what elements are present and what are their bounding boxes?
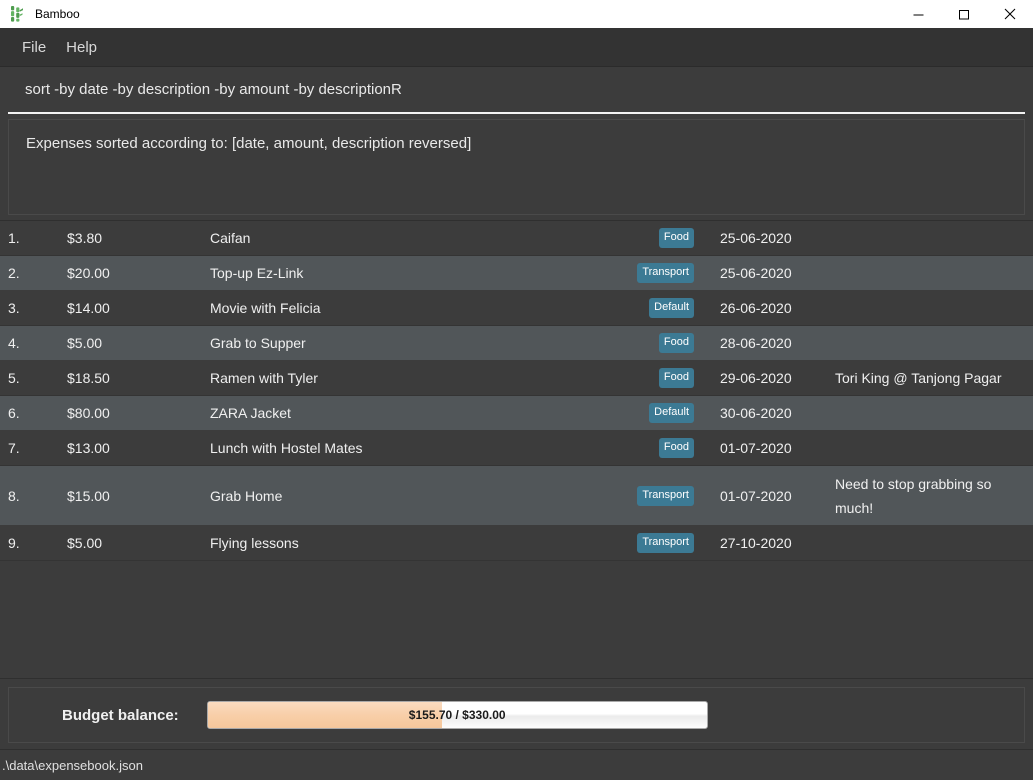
expense-list[interactable]: 1. $3.80 Caifan Food 25-06-2020 2. $20.0… [0,220,1033,678]
row-date: 01-07-2020 [720,440,792,456]
row-amount: $5.00 [67,535,103,551]
budget-area: Budget balance: $155.70 / $330.00 [0,678,1033,749]
row-index: 6. [8,405,20,421]
row-amount: $3.80 [67,230,103,246]
row-amount: $20.00 [67,265,110,281]
row-remark: Tori King @ Tanjong Pagar [835,370,1002,386]
row-tag-cell: Transport [550,533,698,553]
table-row[interactable]: 4. $5.00 Grab to Supper Food 28-06-2020 [0,326,1033,361]
row-index: 2. [8,265,20,281]
table-row[interactable]: 1. $3.80 Caifan Food 25-06-2020 [0,221,1033,256]
row-description: Lunch with Hostel Mates [210,440,363,456]
row-tag-cell: Food [550,228,698,248]
budget-panel: Budget balance: $155.70 / $330.00 [8,687,1025,743]
table-row[interactable]: 2. $20.00 Top-up Ez-Link Transport 25-06… [0,256,1033,291]
close-button[interactable] [987,0,1033,28]
row-tag-cell: Food [550,333,698,353]
row-remark: Need to stop grabbing so much! [835,475,992,516]
row-tag-cell: Transport [550,263,698,283]
row-tag-cell: Food [550,368,698,388]
row-description: ZARA Jacket [210,405,291,421]
row-amount: $5.00 [67,335,103,351]
row-description: Top-up Ez-Link [210,265,304,281]
status-bar: .\data\expensebook.json [0,749,1033,780]
budget-progress-bar: $155.70 / $330.00 [206,701,708,729]
bamboo-icon [8,5,26,23]
table-row[interactable]: 3. $14.00 Movie with Felicia Default 26-… [0,291,1033,326]
status-badge: Default [649,403,694,423]
row-date: 01-07-2020 [720,487,792,504]
command-input[interactable] [8,68,1025,114]
row-tag-cell: Transport [550,485,698,506]
row-index: 1. [8,230,20,246]
table-row[interactable]: 5. $18.50 Ramen with Tyler Food 29-06-20… [0,361,1033,396]
row-date: 29-06-2020 [720,370,792,386]
title-bar-left: Bamboo [0,5,895,23]
row-date: 26-06-2020 [720,300,792,316]
status-badge: Default [649,298,694,318]
row-tag-cell: Food [550,438,698,458]
row-index: 3. [8,300,20,316]
menu-item-file[interactable]: File [12,35,56,60]
menu-item-help[interactable]: Help [56,35,107,60]
row-amount: $14.00 [67,300,110,316]
row-tag-cell: Default [550,298,698,318]
status-badge: Food [658,368,694,388]
row-index: 7. [8,440,20,456]
window-controls [895,0,1033,28]
row-amount: $15.00 [67,487,110,504]
row-description: Grab Home [210,487,283,504]
window-title: Bamboo [35,7,80,21]
budget-progress-text: $155.70 / $330.00 [408,708,506,722]
row-index: 8. [8,487,20,504]
row-amount: $13.00 [67,440,110,456]
row-description: Grab to Supper [210,335,306,351]
table-row[interactable]: 6. $80.00 ZARA Jacket Default 30-06-2020 [0,396,1033,431]
row-description: Movie with Felicia [210,300,321,316]
row-tag-cell: Default [550,403,698,423]
budget-balance-label: Budget balance: [62,706,179,724]
row-amount: $18.50 [67,370,110,386]
row-index: 9. [8,535,20,551]
row-description: Caifan [210,230,251,246]
save-location-path: .\data\expensebook.json [2,757,143,773]
result-message: Expenses sorted according to: [date, amo… [26,135,472,152]
maximize-button[interactable] [941,0,987,28]
table-row[interactable]: 7. $13.00 Lunch with Hostel Mates Food 0… [0,431,1033,466]
status-badge: Transport [637,533,694,553]
menu-bar: File Help [0,28,1033,67]
command-input-area [0,67,1033,115]
row-index: 4. [8,335,20,351]
row-index: 5. [8,370,20,386]
row-amount: $80.00 [67,405,110,421]
row-date: 28-06-2020 [720,335,792,351]
row-date: 25-06-2020 [720,265,792,281]
table-row[interactable]: 8. $15.00 Grab Home Transport 01-07-2020… [0,466,1033,526]
status-badge: Food [658,228,694,248]
bamboo-app-window: Bamboo File Help Expenses sorted accordi… [0,0,1033,780]
result-panel: Expenses sorted according to: [date, amo… [8,119,1025,215]
table-row[interactable]: 9. $5.00 Flying lessons Transport 27-10-… [0,526,1033,561]
row-date: 30-06-2020 [720,405,792,421]
status-badge: Transport [637,485,694,506]
status-badge: Transport [637,263,694,283]
row-description: Flying lessons [210,535,299,551]
title-bar: Bamboo [0,0,1033,28]
minimize-button[interactable] [895,0,941,28]
row-description: Ramen with Tyler [210,370,318,386]
status-badge: Food [658,333,694,353]
status-badge: Food [658,438,694,458]
result-panel-area: Expenses sorted according to: [date, amo… [0,115,1033,220]
row-date: 25-06-2020 [720,230,792,246]
row-date: 27-10-2020 [720,535,792,551]
